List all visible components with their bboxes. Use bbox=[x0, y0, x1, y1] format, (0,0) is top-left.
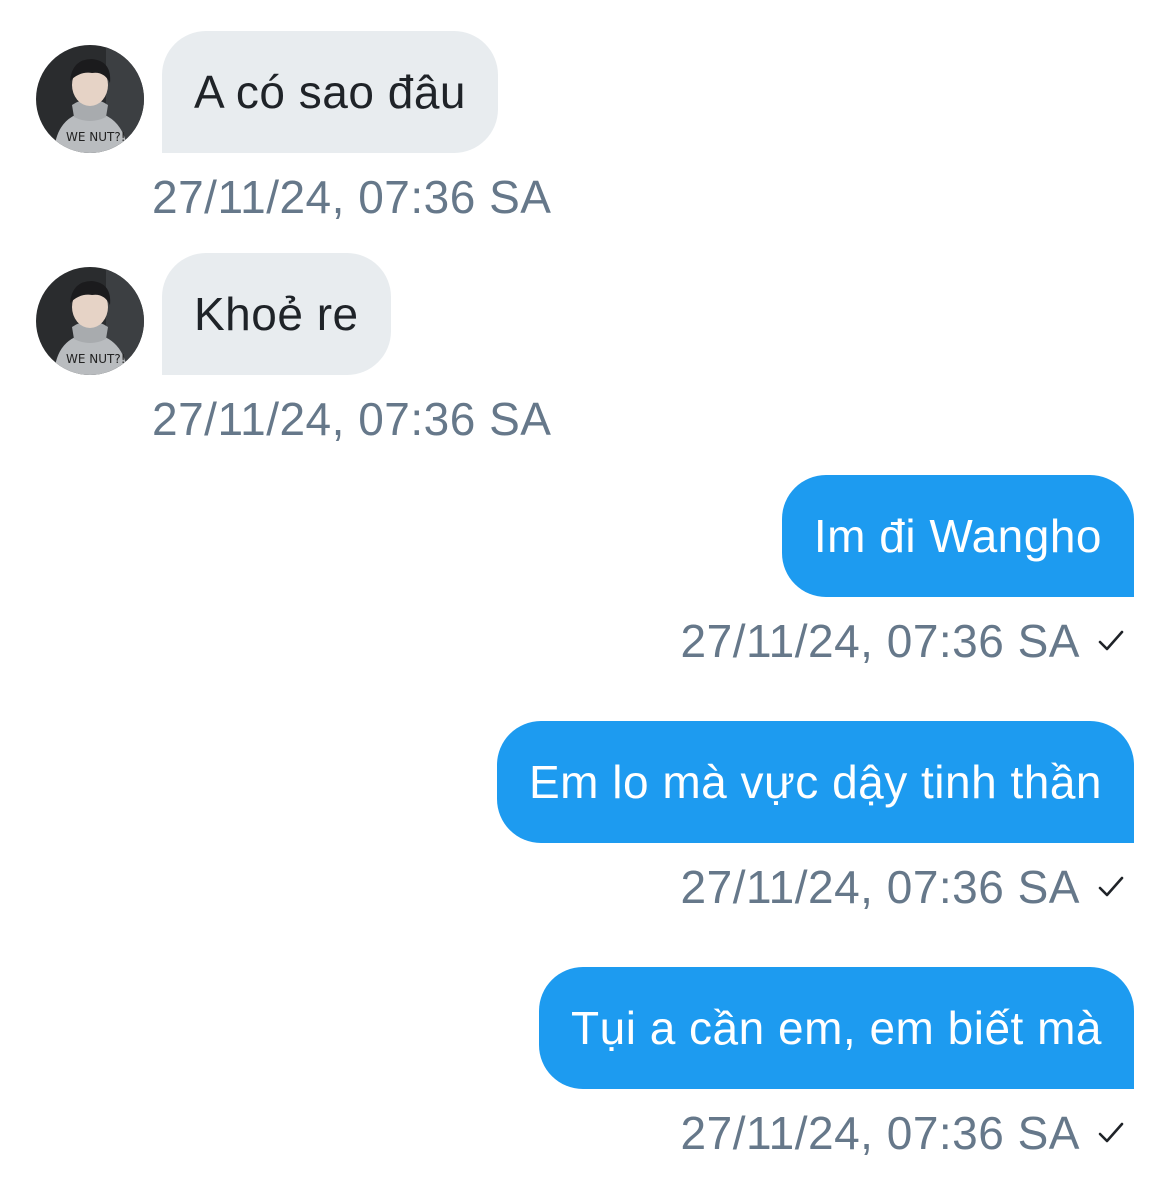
message-timestamp: 27/11/24, 07:36 SA bbox=[152, 171, 552, 223]
message-text: Em lo mà vực dậy tinh thần bbox=[528, 756, 1102, 808]
message-meta: 27/11/24, 07:36 SA bbox=[681, 1106, 1126, 1160]
checkmark-icon bbox=[1098, 630, 1124, 651]
message-meta: 27/11/24, 07:36 SA bbox=[681, 614, 1126, 668]
message-text: Khoẻ re bbox=[194, 288, 359, 340]
message-timestamp: 27/11/24, 07:36 SA bbox=[152, 393, 552, 445]
avatar-photo: WE NUT?! bbox=[36, 267, 144, 375]
svg-text:WE NUT?!: WE NUT?! bbox=[66, 352, 126, 366]
incoming-message-bubble[interactable]: Khoẻ re bbox=[162, 253, 391, 375]
outgoing-message-bubble[interactable]: Im đi Wangho bbox=[781, 475, 1134, 597]
avatar-photo: WE NUT?! bbox=[36, 45, 144, 153]
message-meta: 27/11/24, 07:36 SA bbox=[681, 860, 1126, 914]
sender-avatar[interactable]: WE NUT?! bbox=[36, 267, 144, 375]
message-text: Im đi Wangho bbox=[813, 510, 1102, 562]
message-text: A có sao đâu bbox=[194, 66, 466, 118]
checkmark-icon bbox=[1098, 1122, 1124, 1143]
checkmark-icon bbox=[1098, 876, 1124, 897]
outgoing-message-bubble[interactable]: Em lo mà vực dậy tinh thần bbox=[496, 721, 1134, 843]
message-timestamp: 27/11/24, 07:36 SA bbox=[680, 1107, 1080, 1159]
svg-text:WE NUT?!: WE NUT?! bbox=[66, 130, 126, 144]
message-timestamp: 27/11/24, 07:36 SA bbox=[680, 861, 1080, 913]
outgoing-message-bubble[interactable]: Tụi a cần em, em biết mà bbox=[539, 967, 1134, 1089]
message-timestamp: 27/11/24, 07:36 SA bbox=[680, 615, 1080, 667]
message-text: Tụi a cần em, em biết mà bbox=[571, 1002, 1102, 1054]
sender-avatar[interactable]: WE NUT?! bbox=[36, 45, 144, 153]
incoming-message-bubble[interactable]: A có sao đâu bbox=[162, 31, 498, 153]
